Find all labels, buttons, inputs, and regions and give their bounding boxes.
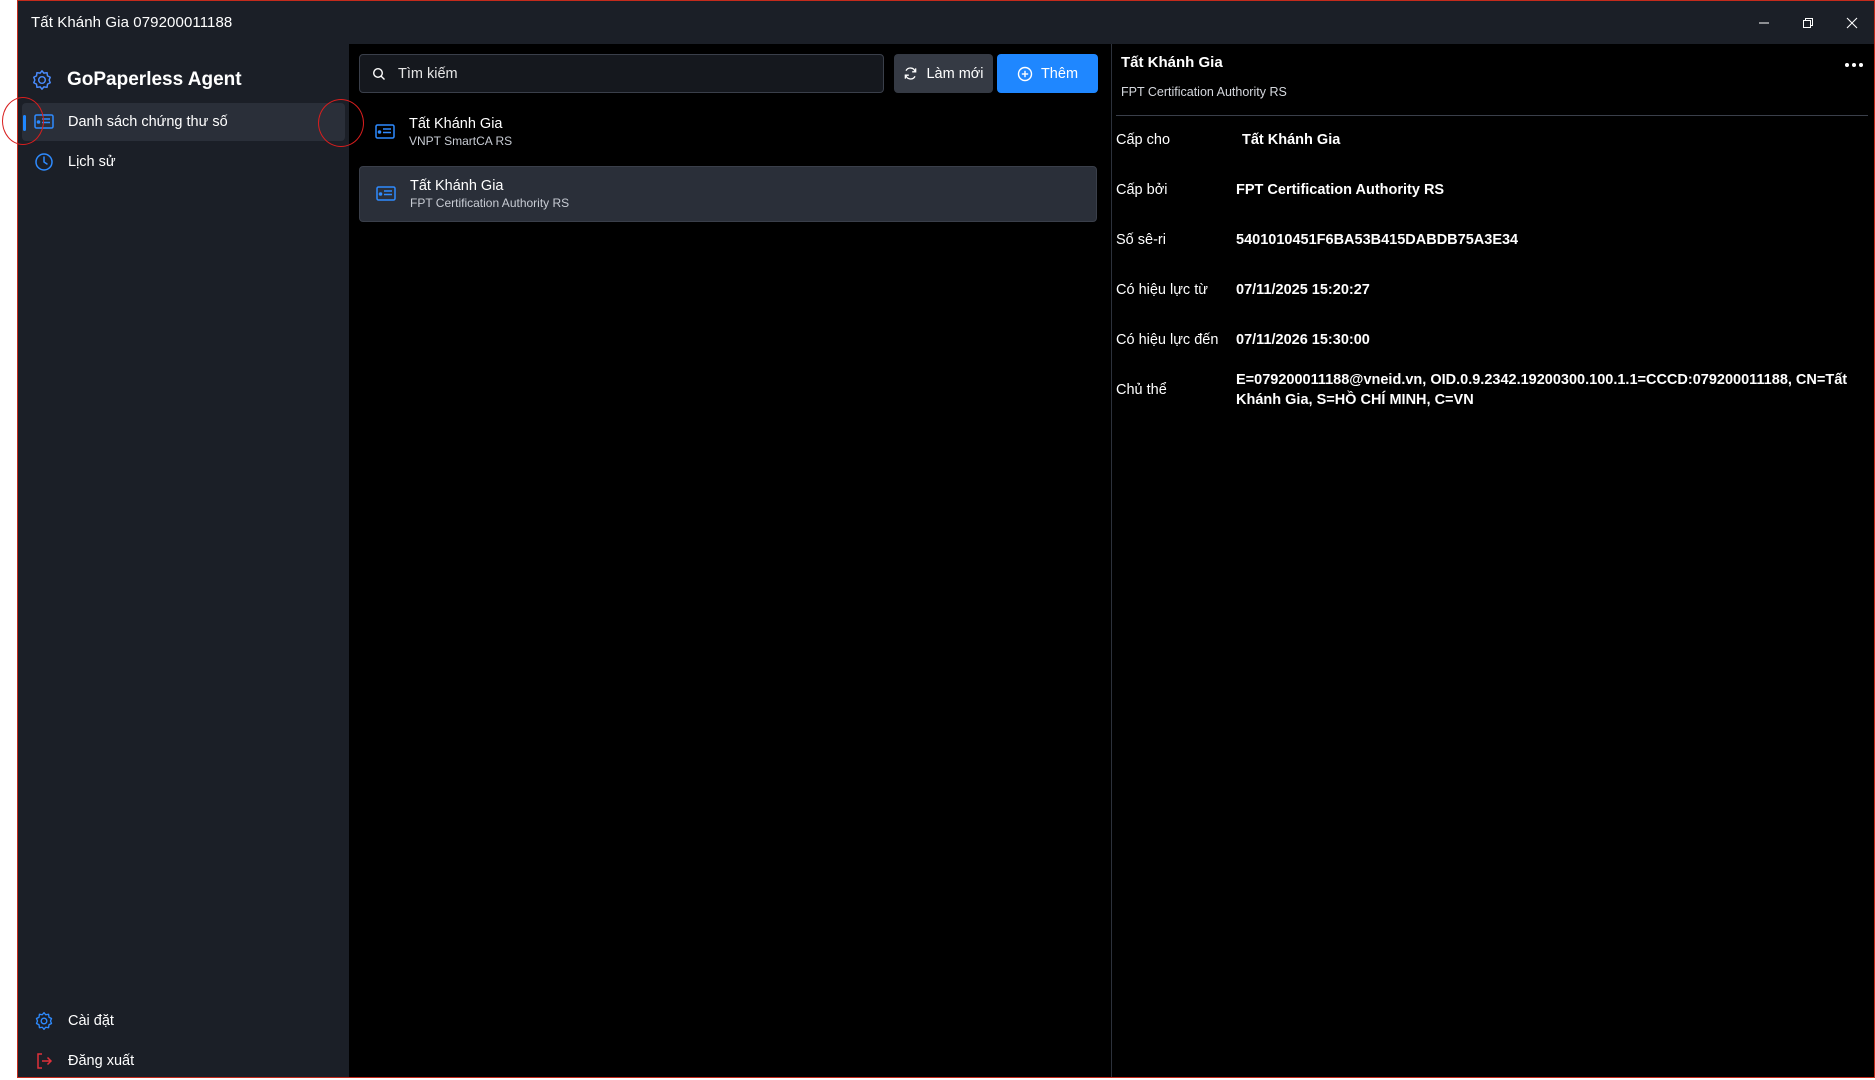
field-valid-from: Có hiệu lực từ 07/11/2025 15:20:27 (1116, 280, 1868, 300)
field-issued-to: Cấp cho Tất Khánh Gia (1116, 130, 1868, 150)
field-value: 07/11/2025 15:20:27 (1236, 282, 1370, 298)
sidebar-item-label: Danh sách chứng thư số (68, 114, 228, 130)
field-subject: Chủ thể E=079200011188@vneid.vn, OID.0.9… (1116, 370, 1868, 410)
more-options-button[interactable] (1840, 54, 1868, 76)
minimize-icon (1759, 22, 1769, 23)
field-label: Chủ thể (1116, 382, 1167, 398)
more-dots-icon (1845, 63, 1863, 67)
detail-title: Tất Khánh Gia (1121, 54, 1223, 71)
window-controls (1742, 1, 1874, 44)
field-label: Cấp bởi (1116, 182, 1168, 198)
search-input[interactable] (396, 64, 883, 83)
field-label: Có hiệu lực đến (1116, 332, 1219, 348)
add-button[interactable]: Thêm (997, 54, 1098, 93)
field-valid-to: Có hiệu lực đến 07/11/2026 15:30:00 (1116, 330, 1868, 350)
sidebar-item-label: Cài đặt (68, 1013, 114, 1029)
title-bar: Tất Khánh Gia 079200011188 (18, 1, 1874, 44)
cert-issuer: VNPT SmartCA RS (409, 134, 513, 148)
close-icon (1846, 17, 1858, 28)
divider (1116, 115, 1868, 116)
certificate-icon (375, 123, 397, 141)
close-button[interactable] (1830, 1, 1874, 44)
sidebar-item-history[interactable]: Lịch sử (22, 143, 345, 181)
detail-header: Tất Khánh Gia FPT Certification Authorit… (1121, 54, 1874, 99)
sidebar-item-label: Đăng xuất (68, 1053, 135, 1069)
search-box[interactable] (359, 54, 884, 93)
field-value: 07/11/2026 15:30:00 (1236, 332, 1370, 348)
plus-circle-icon (1017, 66, 1033, 82)
cert-text: Tất Khánh Gia VNPT SmartCA RS (409, 116, 512, 148)
refresh-label: Làm mới (926, 65, 984, 82)
gear-logo-icon (33, 70, 51, 90)
cert-name: Tất Khánh Gia (409, 116, 503, 132)
certificate-detail-pane: Tất Khánh Gia FPT Certification Authorit… (1111, 44, 1874, 1077)
field-label: Cấp cho (1116, 132, 1171, 148)
sidebar-item-certificates[interactable]: Danh sách chứng thư số (22, 103, 345, 141)
refresh-icon (903, 66, 918, 81)
field-label: Có hiệu lực từ (1116, 282, 1208, 298)
add-label: Thêm (1040, 65, 1079, 82)
sidebar-item-logout[interactable]: Đăng xuất (22, 1042, 345, 1080)
restore-button[interactable] (1786, 1, 1830, 44)
brand: GoPaperless Agent (31, 60, 242, 100)
sidebar-item-label: Lịch sử (68, 154, 116, 170)
clock-icon (32, 150, 56, 174)
brand-name: GoPaperless Agent (67, 69, 242, 90)
detail-subtitle: FPT Certification Authority RS (1121, 85, 1287, 99)
field-issued-by: Cấp bởi FPT Certification Authority RS (1116, 180, 1868, 200)
list-item[interactable]: Tất Khánh Gia VNPT SmartCA RS (359, 104, 1097, 160)
restore-icon (1803, 17, 1813, 28)
toolbar: Làm mới Thêm (359, 54, 1098, 93)
window-title: Tất Khánh Gia 079200011188 (31, 14, 233, 31)
cert-issuer: FPT Certification Authority RS (410, 196, 570, 210)
minimize-button[interactable] (1742, 1, 1786, 44)
cert-text: Tất Khánh Gia FPT Certification Authorit… (410, 178, 569, 210)
sidebar-item-settings[interactable]: Cài đặt (22, 1002, 345, 1040)
certificate-list-pane: Làm mới Thêm (349, 44, 1110, 1077)
certificate-icon (376, 185, 398, 203)
refresh-button[interactable]: Làm mới (894, 54, 993, 93)
gear-icon (32, 1009, 56, 1033)
app-window: Tất Khánh Gia 079200011188 GoPaperless A… (2, 0, 1875, 1078)
cert-name: Tất Khánh Gia (410, 178, 504, 194)
active-indicator (23, 115, 26, 131)
field-value: 5401010451F6BA53B415DABDB75A3E34 (1236, 232, 1519, 248)
field-value: Tất Khánh Gia (1242, 132, 1341, 148)
certificate-icon (32, 110, 56, 134)
field-value: E=079200011188@vneid.vn, OID.0.9.2342.19… (1236, 372, 1848, 408)
list-item[interactable]: Tất Khánh Gia FPT Certification Authorit… (359, 166, 1097, 222)
sidebar: GoPaperless Agent Danh sách chứng thư số (18, 44, 349, 1077)
field-value: FPT Certification Authority RS (1236, 182, 1445, 198)
search-icon (372, 67, 386, 81)
certificate-list: Tất Khánh Gia VNPT SmartCA RS Tất Khánh … (359, 104, 1097, 228)
logout-icon (32, 1049, 56, 1073)
field-label: Số sê-ri (1116, 232, 1166, 248)
field-serial: Số sê-ri 5401010451F6BA53B415DABDB75A3E3… (1116, 230, 1868, 250)
